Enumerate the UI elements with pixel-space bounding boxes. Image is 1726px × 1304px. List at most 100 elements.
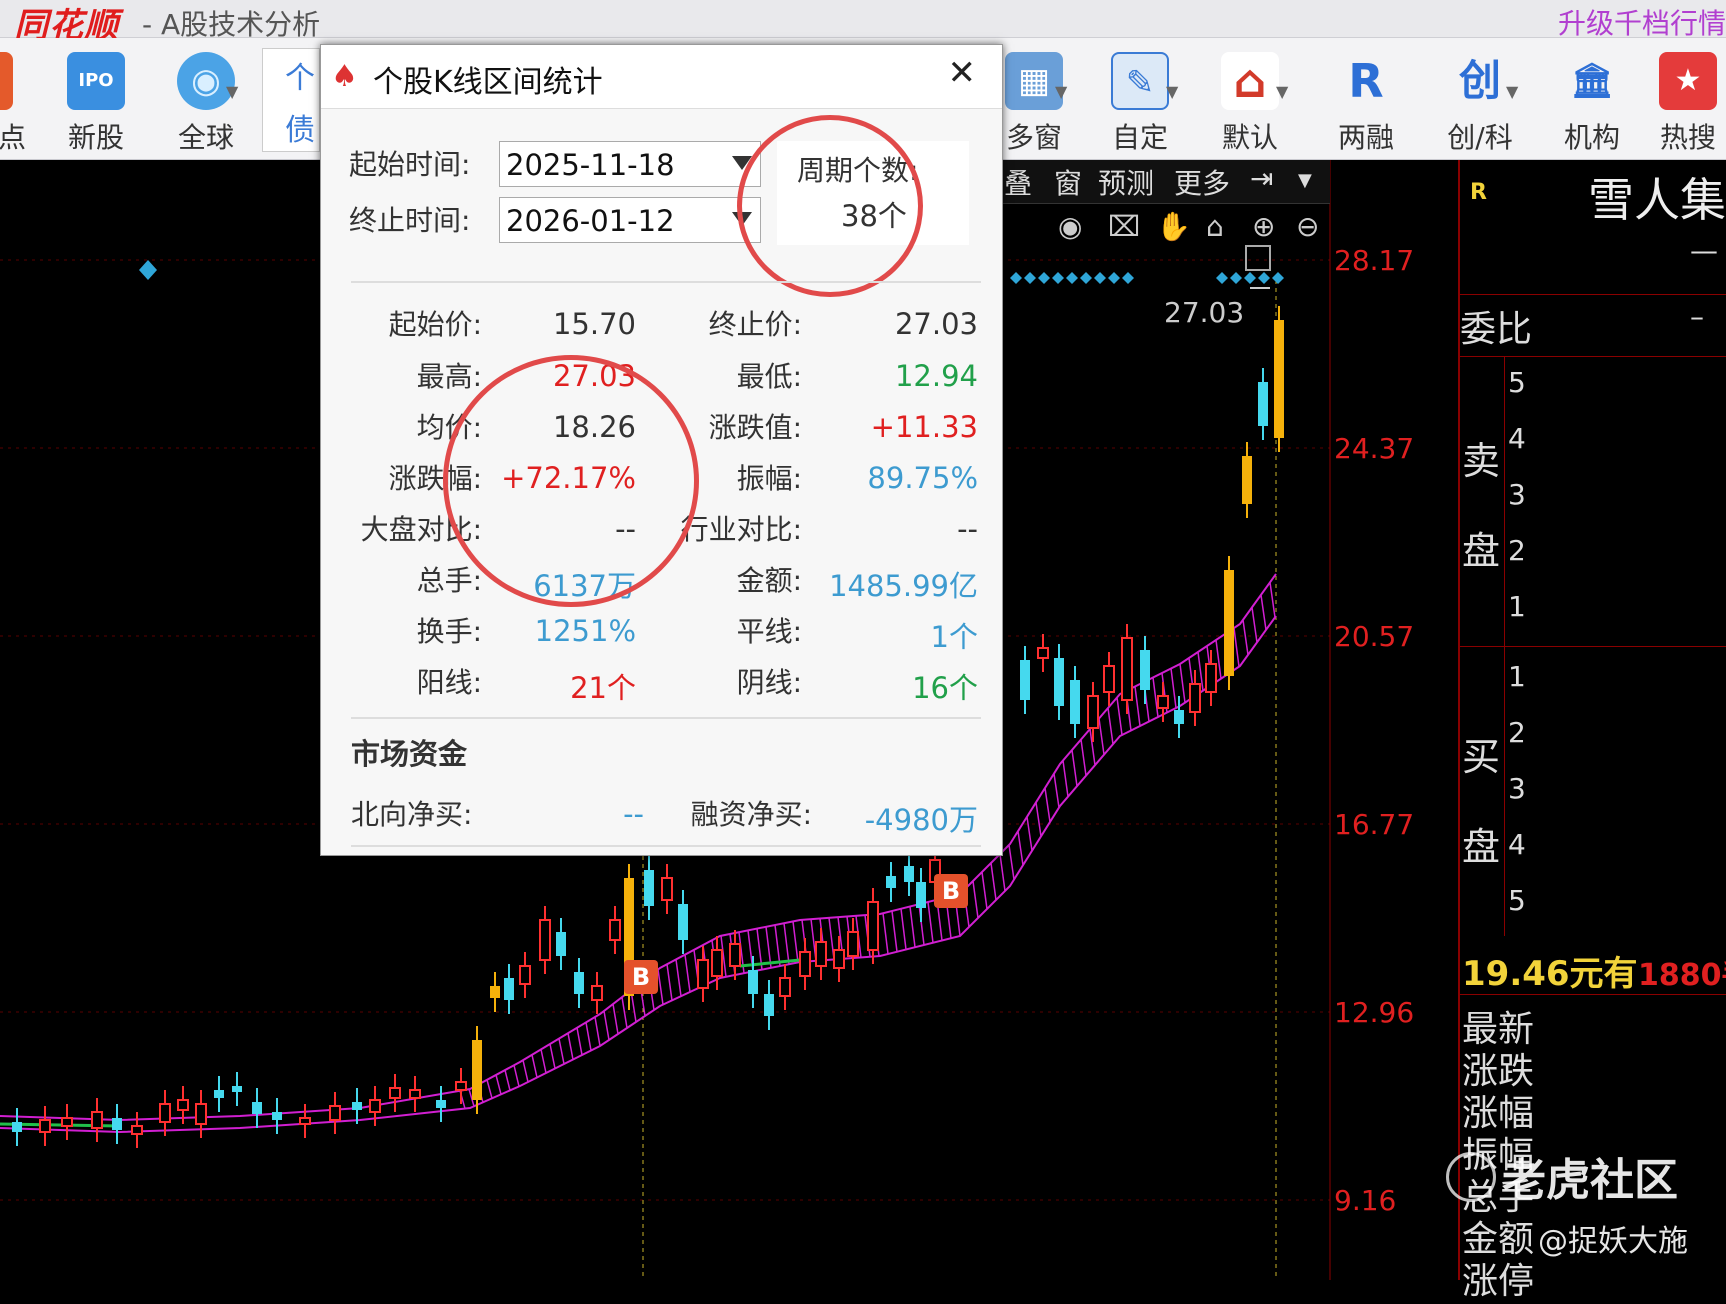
- window-title: - A股技术分析: [142, 8, 321, 41]
- toolbar-label: 热搜: [1659, 121, 1716, 154]
- jump-end-icon[interactable]: ⇥: [1250, 162, 1273, 195]
- divider: [1460, 646, 1726, 647]
- band-hatch: [1170, 668, 1177, 709]
- chevron-down-icon[interactable]: ▼: [1166, 82, 1178, 101]
- close-icon[interactable]: ✕: [948, 53, 977, 93]
- buy-marker[interactable]: B: [934, 874, 968, 908]
- zoom-in-icon[interactable]: ⊕: [1252, 210, 1275, 243]
- market-compare-label: 大盘对比:: [360, 513, 482, 546]
- toolbar-item-ipo[interactable]: IPO 新股: [52, 46, 140, 158]
- band-hatch: [486, 1079, 493, 1099]
- toolbar-item-margin[interactable]: R 两融: [1322, 46, 1410, 158]
- chevron-down-icon[interactable]: ▼: [226, 82, 238, 101]
- globe-icon: ◉: [177, 52, 235, 110]
- band-hatch: [540, 1049, 547, 1074]
- divider: [351, 281, 981, 283]
- overlay-button[interactable]: 叠: [1004, 162, 1032, 202]
- toolbar-item-custom[interactable]: ✎ 自定: [1096, 46, 1184, 158]
- avg-label: 均价:: [416, 411, 482, 444]
- toolbar-item-chuang[interactable]: 创 创/科: [1436, 46, 1524, 158]
- band-hatch: [558, 1038, 565, 1065]
- margin-icon: R: [1348, 54, 1384, 108]
- divider: [1504, 356, 1505, 936]
- band-hatch: [576, 1027, 583, 1056]
- sell-level: 5: [1508, 366, 1526, 399]
- diamond-marker: [1230, 272, 1242, 284]
- band-hatch: [549, 1043, 556, 1069]
- candle-body: [748, 970, 758, 994]
- candle-body: [833, 949, 845, 969]
- forecast-button[interactable]: 预测: [1098, 162, 1154, 202]
- band-hatch: [1134, 686, 1141, 727]
- price-note-volume: 1880手: [1638, 958, 1726, 993]
- toolbar-item-partial[interactable]: 点: [0, 46, 28, 158]
- multi-window-icon: ▦: [1005, 52, 1063, 110]
- band-hatch: [513, 1065, 520, 1087]
- toolbar-item-multiwindow[interactable]: ▦ 多窗: [990, 46, 1078, 158]
- ipo-icon: IPO: [67, 52, 125, 110]
- amount-value: 1485.99亿: [829, 569, 978, 603]
- candle-body: [799, 951, 811, 977]
- band-hatch: [783, 923, 790, 965]
- band-hatch: [567, 1033, 574, 1060]
- candle-body: [329, 1105, 341, 1121]
- price-axis: 28.17 24.37 20.57 16.77 12.96 9.16: [1332, 160, 1452, 1280]
- end-time-select[interactable]: 2026-01-12: [499, 197, 761, 243]
- start-time-select[interactable]: 2025-11-18: [499, 141, 761, 187]
- chevron-down-icon[interactable]: ▼: [1506, 82, 1518, 101]
- chevron-down-icon[interactable]: [732, 156, 752, 170]
- band-hatch: [504, 1069, 511, 1091]
- sell-level: 2: [1508, 534, 1526, 567]
- candle-body: [91, 1111, 103, 1129]
- bond-tab[interactable]: 债: [285, 105, 315, 149]
- band-hatch: [684, 954, 691, 993]
- stock-bond-switch[interactable]: 个 债: [262, 48, 320, 152]
- diamond-marker: [1272, 272, 1284, 284]
- window-button[interactable]: 窗: [1054, 162, 1082, 202]
- stock-tab[interactable]: 个: [285, 53, 315, 97]
- eraser-icon[interactable]: ⌧: [1108, 210, 1140, 243]
- upgrade-link[interactable]: 升级千档行情: [1558, 2, 1726, 42]
- down-count-value: 16个: [912, 671, 978, 705]
- avg-value: 18.26: [552, 410, 636, 444]
- chevron-down-icon[interactable]: [732, 212, 752, 226]
- band-hatch: [1251, 607, 1258, 643]
- partial-icon: [0, 52, 13, 110]
- candle-body: [490, 986, 500, 998]
- buy-level: 1: [1508, 660, 1526, 693]
- lock-icon[interactable]: ⌂: [1206, 210, 1224, 243]
- chevron-down-icon[interactable]: ▼: [1298, 170, 1312, 191]
- interval-stats-dialog: ♠ 个股K线区间统计 ✕ 起始时间: 2025-11-18 终止时间: 2026…: [320, 44, 1003, 856]
- chevron-down-icon[interactable]: ▼: [1276, 82, 1288, 101]
- candle-body: [556, 932, 566, 956]
- band-hatch: [621, 997, 628, 1029]
- candle-body: [504, 978, 514, 1000]
- buy-marker[interactable]: B: [624, 960, 658, 994]
- candle-body: [455, 1081, 467, 1091]
- period-count-box: 周期个数: 38个: [777, 141, 969, 245]
- band-hatch: [1242, 619, 1249, 655]
- toolbar-item-institution[interactable]: 🏛 机构: [1548, 46, 1636, 158]
- toolbar-item-hot[interactable]: ★ 热搜: [1644, 46, 1726, 158]
- toolbar-item-global[interactable]: ◉ 全球: [162, 46, 250, 158]
- band-hatch: [1233, 627, 1240, 667]
- band-hatch: [1269, 582, 1276, 618]
- chevron-down-icon[interactable]: ▼: [1055, 82, 1067, 101]
- toolbar-item-default[interactable]: ⌂ 默认: [1206, 46, 1294, 158]
- chart-tools: ◉ ⌧ ✋ ⌂ ⊕ ⊖: [996, 210, 1326, 250]
- start-time-label: 起始时间:: [349, 148, 471, 181]
- candle-body: [436, 1100, 446, 1108]
- candle-body: [904, 866, 914, 882]
- candle-body: [214, 1090, 224, 1098]
- candle-body: [12, 1122, 22, 1132]
- candle-body: [886, 876, 896, 888]
- hand-icon[interactable]: ✋: [1156, 210, 1191, 243]
- band-hatch: [1080, 739, 1087, 776]
- dialog-titlebar[interactable]: ♠ 个股K线区间统计 ✕: [321, 45, 1002, 109]
- volume-label: 总手:: [416, 564, 482, 597]
- band-hatch: [1107, 707, 1114, 745]
- zoom-out-icon[interactable]: ⊖: [1296, 210, 1319, 243]
- more-button[interactable]: 更多: [1174, 162, 1230, 202]
- turnover-value: 1251%: [534, 614, 636, 648]
- eye-icon[interactable]: ◉: [1058, 210, 1082, 243]
